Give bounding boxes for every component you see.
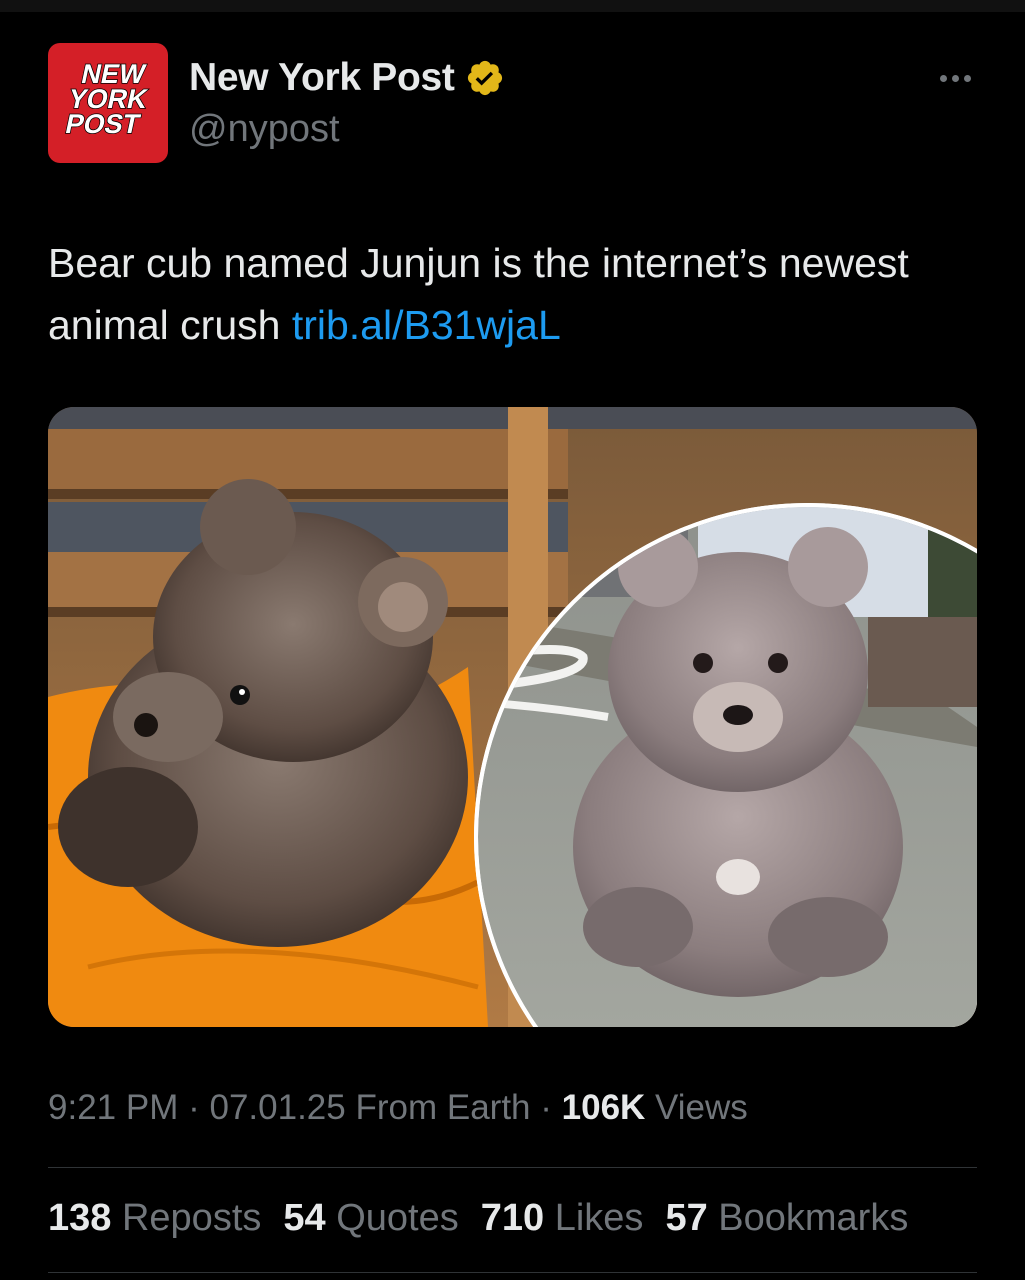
views-count: 106K: [561, 1088, 646, 1127]
display-name[interactable]: New York Post: [189, 56, 455, 100]
tweet-location: From Earth: [355, 1088, 531, 1127]
handle[interactable]: @nypost: [189, 108, 340, 151]
more-horizontal-icon-dot: [951, 74, 959, 82]
verified-badge-icon[interactable]: [465, 58, 505, 98]
tweet-date[interactable]: 07.01.25: [209, 1088, 345, 1127]
quotes-count: 54: [283, 1197, 326, 1239]
status-strip: [0, 0, 1025, 12]
name-row: New York Post: [189, 56, 505, 100]
tweet-time[interactable]: 9:21 PM: [48, 1088, 178, 1127]
likes-count: 710: [480, 1197, 545, 1239]
nypost-logo: NEW YORK POST: [62, 58, 151, 140]
engagement-stats: 138 Reposts 54 Quotes 710 Likes 57 Bookm…: [48, 1197, 908, 1240]
quotes-label: Quotes: [336, 1197, 459, 1239]
reposts-stat[interactable]: 138 Reposts: [48, 1197, 261, 1240]
tweet-link[interactable]: trib.al/B31wjaL: [292, 302, 561, 348]
more-horizontal-icon: [939, 74, 947, 82]
likes-label: Likes: [554, 1197, 644, 1239]
views-label: Views: [655, 1088, 748, 1127]
logo-line-3: POST: [63, 108, 143, 139]
divider-bottom: [48, 1272, 977, 1273]
meta-separator: ·: [540, 1088, 562, 1127]
bookmarks-count: 57: [665, 1197, 708, 1239]
tweet-text: Bear cub named Junjun is the internet’s …: [48, 232, 948, 356]
avatar[interactable]: NEW YORK POST: [48, 43, 168, 163]
tweet-media-image[interactable]: [48, 407, 977, 1027]
bookmarks-label: Bookmarks: [718, 1197, 909, 1239]
reposts-label: Reposts: [121, 1197, 262, 1239]
more-horizontal-icon-dot: [963, 74, 971, 82]
tweet-meta: 9:21 PM · 07.01.25 From Earth · 106K Vie…: [48, 1088, 748, 1128]
reposts-count: 138: [48, 1197, 112, 1239]
likes-stat[interactable]: 710 Likes: [481, 1197, 644, 1240]
divider: [48, 1167, 977, 1168]
quotes-stat[interactable]: 54 Quotes: [283, 1197, 458, 1240]
meta-separator: ·: [188, 1088, 210, 1127]
bookmarks-stat[interactable]: 57 Bookmarks: [665, 1197, 908, 1240]
more-options-button[interactable]: [930, 60, 980, 96]
